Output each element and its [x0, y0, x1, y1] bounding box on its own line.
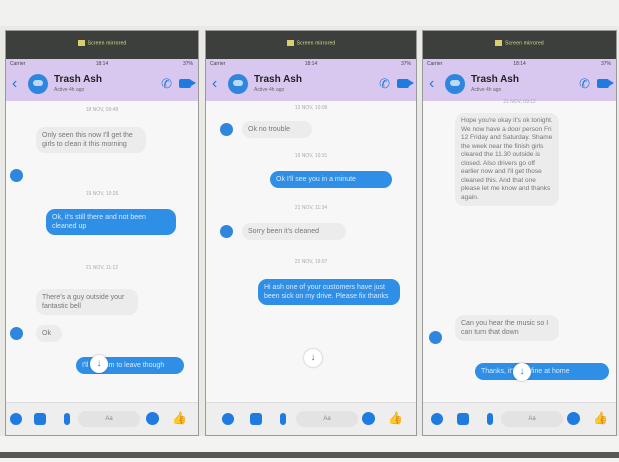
phone-screenshot-3: Screen mirrored Carrier 18:14 37% ‹ Tras…	[422, 30, 617, 436]
timestamp: 13 NOV, 10:08	[294, 105, 328, 111]
sender-avatar	[10, 169, 23, 182]
message-incoming[interactable]: There's a guy outside your fantastic bel…	[36, 289, 138, 315]
contact-avatar[interactable]	[228, 74, 248, 94]
like-icon[interactable]: 👍	[172, 411, 187, 425]
clock: 18:14	[304, 61, 318, 67]
message-outgoing[interactable]: Ok, it's still there and not been cleane…	[46, 209, 176, 235]
contact-active-status: Active 4h ago	[54, 87, 85, 93]
sender-avatar	[220, 123, 233, 136]
emoji-icon[interactable]	[567, 412, 580, 425]
status-bar: Carrier 18:14 37%	[6, 59, 198, 69]
message-outgoing[interactable]: Thanks, it's just fine at home	[475, 363, 609, 380]
camera-icon[interactable]	[250, 413, 262, 425]
emoji-icon[interactable]	[146, 412, 159, 425]
video-call-icon[interactable]	[597, 79, 614, 88]
status-bar: Carrier 18:14 37%	[423, 59, 616, 69]
message-input[interactable]: Aa	[78, 411, 140, 427]
cast-label: Screen mirrored	[505, 40, 544, 47]
timestamp: 21 NOV, 11:34	[294, 205, 328, 211]
timestamp: 21 NOV, 11:12	[85, 265, 119, 271]
clock: 18:14	[513, 61, 526, 67]
cast-label: Screen mirrored	[296, 40, 336, 47]
back-icon[interactable]: ‹	[12, 75, 17, 93]
battery-level: 37%	[400, 61, 411, 67]
like-icon[interactable]: 👍	[593, 411, 608, 425]
cast-label: Screen mirrored	[87, 40, 127, 47]
back-icon[interactable]: ‹	[429, 75, 434, 93]
cast-icon	[495, 40, 503, 46]
contact-name[interactable]: Trash Ash	[254, 74, 302, 85]
camera-icon[interactable]	[457, 413, 469, 425]
sender-avatar	[220, 225, 233, 238]
message-incoming[interactable]: Only seen this now I'll get the girls to…	[36, 127, 146, 153]
phone-screenshot-2: Screen mirrored Carrier 18:14 37% ‹ Tras…	[205, 30, 417, 436]
message-composer: Aa 👍	[206, 402, 416, 435]
cast-bar: Screen mirrored	[6, 31, 198, 59]
message-thread[interactable]: 13 NOV, 10:08 Ok no trouble 19 NOV, 10:3…	[206, 101, 416, 403]
contact-name[interactable]: Trash Ash	[54, 74, 102, 85]
mic-icon[interactable]	[280, 413, 286, 425]
message-incoming[interactable]: Hope you're okay it's ok tonight. We now…	[455, 113, 559, 206]
back-icon[interactable]: ‹	[212, 75, 217, 93]
video-call-icon[interactable]	[179, 79, 196, 88]
battery-level: 37%	[600, 61, 611, 67]
cast-indicator: Screen mirrored	[206, 40, 416, 46]
phone-icon[interactable]: ✆	[161, 76, 172, 92]
battery-level: 37%	[182, 61, 193, 67]
phone-icon[interactable]: ✆	[379, 76, 390, 92]
cast-bar: Screen mirrored	[423, 31, 616, 59]
cast-indicator: Screen mirrored	[6, 40, 198, 46]
message-incoming[interactable]: Can you hear the music so I can turn tha…	[455, 315, 559, 341]
message-composer: Aa 👍	[423, 402, 616, 435]
scroll-down-icon[interactable]: ↓	[513, 363, 531, 381]
timestamp: 22 NOV, 19:07	[294, 259, 328, 265]
phone-icon[interactable]: ✆	[579, 76, 590, 92]
message-thread[interactable]: 21 NOV, 09:12 Hope you're okay it's ok t…	[423, 99, 616, 403]
scroll-down-icon[interactable]: ↓	[304, 349, 322, 367]
message-input[interactable]: Aa	[296, 411, 358, 427]
message-incoming[interactable]: Sorry been it's cleaned	[242, 223, 346, 240]
timestamp: 19 NOV, 10:26	[85, 191, 119, 197]
message-thread[interactable]: 18 NOV, 09:48 Only seen this now I'll ge…	[6, 101, 198, 403]
paper-top-margin	[0, 0, 619, 26]
plus-icon[interactable]	[222, 413, 234, 425]
message-incoming[interactable]: Ok no trouble	[242, 121, 312, 138]
camera-icon[interactable]	[34, 413, 46, 425]
clock: 18:14	[95, 61, 109, 67]
timestamp: 21 NOV, 09:12	[503, 99, 536, 105]
like-icon[interactable]: 👍	[388, 411, 403, 425]
message-composer: Aa 👍	[6, 402, 198, 435]
sender-avatar	[429, 331, 442, 344]
paper-bottom-margin	[0, 436, 619, 462]
video-call-icon[interactable]	[397, 79, 414, 88]
cast-bar: Screen mirrored	[206, 31, 416, 59]
message-outgoing[interactable]: Hi ash one of your customers have just b…	[258, 279, 400, 305]
scroll-down-icon[interactable]: ↓	[90, 355, 108, 373]
plus-icon[interactable]	[10, 413, 22, 425]
mic-icon[interactable]	[64, 413, 70, 425]
mic-icon[interactable]	[487, 413, 493, 425]
chat-header: ‹ Trash Ash Active 4h ago ✆	[206, 69, 416, 101]
timestamp: 19 NOV, 10:31	[294, 153, 328, 159]
message-input[interactable]: Aa	[501, 411, 563, 427]
phone-screenshot-1: Screen mirrored Carrier 18:14 37% ‹ Tras…	[5, 30, 199, 436]
message-outgoing[interactable]: Ok I'll see you in a minute	[270, 171, 392, 188]
contact-active-status: Active 4h ago	[254, 87, 285, 93]
contact-name[interactable]: Trash Ash	[471, 74, 519, 85]
chat-header: ‹ Trash Ash Active 4h ago ✆	[423, 69, 616, 101]
message-incoming[interactable]: Ok	[36, 325, 62, 342]
contact-active-status: Active 4h ago	[471, 87, 502, 93]
plus-icon[interactable]	[431, 413, 443, 425]
paper-edge-line	[0, 452, 619, 458]
emoji-icon[interactable]	[362, 412, 375, 425]
sender-avatar	[10, 327, 23, 340]
status-bar: Carrier 18:14 37%	[206, 59, 416, 69]
contact-avatar[interactable]	[28, 74, 48, 94]
contact-avatar[interactable]	[445, 74, 465, 94]
timestamp: 18 NOV, 09:48	[85, 107, 119, 113]
cast-indicator: Screen mirrored	[423, 40, 616, 46]
chat-header: ‹ Trash Ash Active 4h ago ✆	[6, 69, 198, 101]
cast-icon	[77, 40, 85, 46]
cast-icon	[286, 40, 294, 46]
